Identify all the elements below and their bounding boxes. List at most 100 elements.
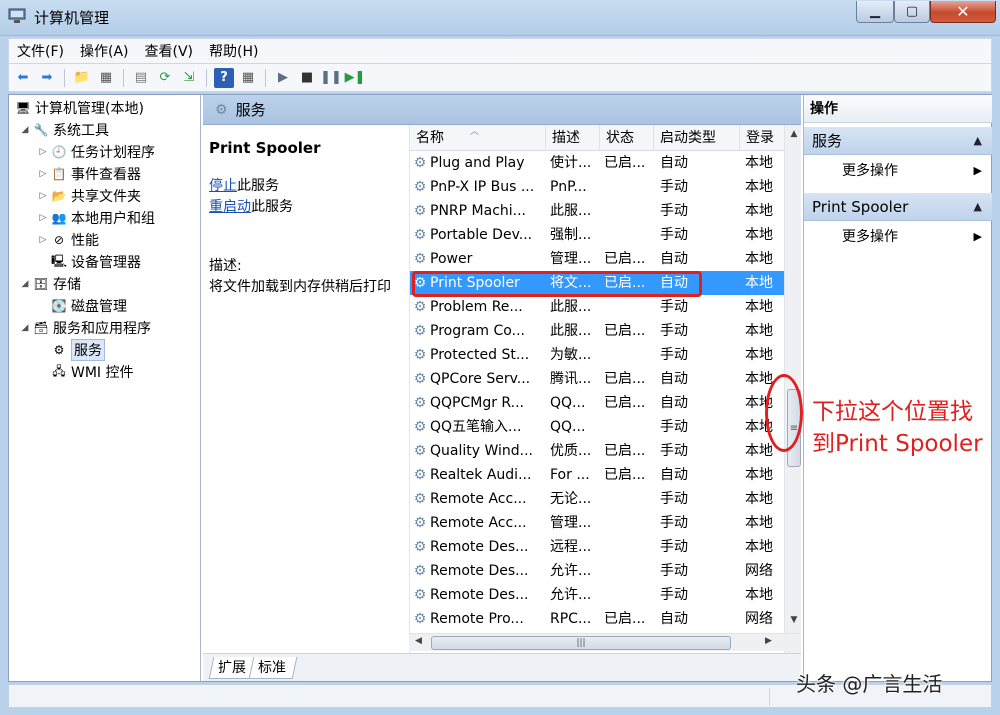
expand-icon[interactable]: ▷ (37, 147, 49, 157)
table-row[interactable]: ⚙ PnP-X IP Bus ... PnP... 手动 本地 (410, 175, 784, 199)
show-tree-icon[interactable]: ▦ (96, 68, 116, 88)
service-name-cell: ⚙ Realtek Audi... (410, 463, 546, 487)
menu-view[interactable]: 查看(V) (137, 41, 202, 61)
highlight-ellipse-scrollbar (765, 374, 803, 452)
tree-item-shared-folders[interactable]: ▷ 📂 共享文件夹 (37, 185, 141, 207)
table-row[interactable]: ⚙ Remote Des... 允许... 手动 网络 (410, 559, 784, 583)
collapse-icon[interactable]: ◢ (19, 279, 31, 289)
refresh-icon[interactable]: ⟳ (155, 68, 175, 88)
sort-ascending-icon: ︿ (470, 127, 480, 137)
more-actions-label: 更多操作 (842, 163, 898, 179)
service-name: Remote Acc... (430, 515, 527, 531)
service-status: 已启... (604, 323, 646, 339)
table-row[interactable]: ⚙ Portable Dev... 强制... 手动 本地 (410, 223, 784, 247)
service-name: Portable Dev... (430, 227, 533, 243)
table-row[interactable]: ⚙ PNRP Machi... 此服... 手动 本地 (410, 199, 784, 223)
help-icon[interactable]: ? (214, 67, 234, 88)
table-row[interactable]: ⚙ Remote Acc... 无论... 手动 本地 (410, 487, 784, 511)
restart-icon[interactable]: ▶❚ (345, 68, 366, 88)
more-actions-services[interactable]: 更多操作 ▶ (804, 157, 992, 185)
tree-item-system-tools[interactable]: ◢ 🔧 系统工具 (19, 119, 109, 141)
close-button[interactable]: ✕ (930, 1, 996, 23)
column-header-startup-type[interactable]: 启动类型 (654, 125, 740, 151)
scroll-right-icon[interactable]: ▶ (765, 636, 772, 646)
service-logon: 本地 (745, 515, 773, 531)
tree-item-task-scheduler[interactable]: ▷ 🕘 任务计划程序 (37, 141, 155, 163)
table-row[interactable]: ⚙ Remote Acc... 管理... 手动 本地 (410, 511, 784, 535)
toolbar-separator (206, 68, 207, 87)
tree-item-root[interactable]: 🖥 计算机管理(本地) (13, 97, 144, 119)
menu-help[interactable]: 帮助(H) (201, 41, 266, 61)
highlight-box-print-spooler (412, 271, 702, 297)
column-header-logon[interactable]: 登录 (740, 125, 784, 151)
table-row[interactable]: ⚙ Remote Des... 允许... 手动 本地 (410, 583, 784, 607)
tree-item-services[interactable]: ⚙ 服务 (49, 339, 105, 361)
tree-item-services-apps[interactable]: ◢ 🗃 服务和应用程序 (19, 317, 151, 339)
horizontal-scrollbar-thumb[interactable]: ||| (431, 636, 731, 650)
expand-icon[interactable]: ▷ (37, 235, 49, 245)
tree-item-wmi[interactable]: 🖧 WMI 控件 (49, 361, 133, 383)
table-row[interactable]: ⚙ Program Co... 此服... 已启... 手动 本地 (410, 319, 784, 343)
table-row[interactable]: ⚙ QQPCMgr R... QQ... 已启... 自动 本地 (410, 391, 784, 415)
start-icon[interactable]: ▶ (273, 68, 293, 88)
service-name: Realtek Audi... (430, 467, 532, 483)
horizontal-scrollbar[interactable]: ◀ ||| ▶ (409, 633, 801, 651)
service-name: Protected St... (430, 347, 530, 363)
annotation-line-2: 到Print Spooler (812, 431, 983, 457)
minimize-button[interactable]: ▁ (856, 1, 894, 23)
service-name-cell: ⚙ Quality Wind... (410, 439, 546, 463)
actions-group-print-spooler[interactable]: Print Spooler ▲ (804, 193, 992, 221)
scroll-up-icon[interactable]: ▲ (785, 125, 801, 143)
actions-group-services[interactable]: 服务 ▲ (804, 127, 992, 155)
pause-icon[interactable]: ❚❚ (320, 68, 342, 88)
table-row[interactable]: ⚙ QPCore Serv... 腾讯... 已启... 自动 本地 (410, 367, 784, 391)
tree-item-event-viewer[interactable]: ▷ 📋 事件查看器 (37, 163, 141, 185)
properties-icon[interactable]: ▤ (131, 68, 151, 88)
expand-icon[interactable]: ▷ (37, 191, 49, 201)
restart-service-link[interactable]: 重启动 (209, 199, 251, 215)
tree-item-device-manager[interactable]: 🖳 设备管理器 (49, 251, 141, 273)
tree-item-disk-management[interactable]: 💽 磁盘管理 (49, 295, 127, 317)
up-icon[interactable]: 📁 (72, 68, 92, 88)
collapse-icon[interactable]: ◢ (19, 125, 31, 135)
service-gear-icon: ⚙ (413, 467, 427, 483)
service-name: Remote Pro... (430, 611, 524, 627)
tree-item-local-users[interactable]: ▷ 👥 本地用户和组 (37, 207, 155, 229)
forward-icon[interactable]: ➡ (37, 68, 57, 88)
scroll-left-icon[interactable]: ◀ (415, 636, 422, 646)
collapse-arrow-icon[interactable]: ▲ (974, 193, 982, 221)
service-status: 已启... (604, 155, 646, 171)
back-icon[interactable]: ⬅ (13, 68, 33, 88)
view-icon[interactable]: ▦ (238, 68, 258, 88)
table-row[interactable]: ⚙ Quality Wind... 优质... 已启... 手动 本地 (410, 439, 784, 463)
table-row[interactable]: ⚙ Realtek Audi... For ... 已启... 自动 本地 (410, 463, 784, 487)
column-header-description[interactable]: 描述 (546, 125, 600, 151)
tree-item-performance[interactable]: ▷ ⊘ 性能 (37, 229, 99, 251)
tab-standard[interactable]: 标准 (248, 657, 298, 679)
table-row[interactable]: ⚙ Plug and Play 使计... 已启... 自动 本地 (410, 151, 784, 175)
expand-icon[interactable]: ▷ (37, 169, 49, 179)
scroll-down-icon[interactable]: ▼ (785, 611, 801, 629)
tree-item-storage[interactable]: ◢ 🗄 存储 (19, 273, 81, 295)
maximize-button[interactable]: ▢ (894, 1, 930, 23)
column-header-status[interactable]: 状态 (600, 125, 654, 151)
table-row[interactable]: ⚙ Protected St... 为敏... 手动 本地 (410, 343, 784, 367)
table-row[interactable]: ⚙ QQ五笔输入... QQ... 手动 本地 (410, 415, 784, 439)
export-icon[interactable]: ⇲ (179, 68, 199, 88)
column-header-name[interactable]: 名称 ︿ (410, 125, 546, 151)
table-row[interactable]: ⚙ Problem Re... 此服... 手动 本地 (410, 295, 784, 319)
table-row[interactable]: ⚙ Power 管理... 已启... 自动 本地 (410, 247, 784, 271)
stop-service-link[interactable]: 停止 (209, 178, 237, 194)
collapse-arrow-icon[interactable]: ▲ (974, 127, 982, 155)
collapse-icon[interactable]: ◢ (19, 323, 31, 333)
selected-service-title: Print Spooler (209, 139, 321, 157)
services-list: 名称 ︿ 描述 状态 启动类型 登录 ⚙ Plug and Play 使计... 已启… (409, 125, 801, 653)
menu-action[interactable]: 操作(A) (72, 41, 137, 61)
expand-icon[interactable]: ▷ (37, 213, 49, 223)
more-actions-print-spooler[interactable]: 更多操作 ▶ (804, 223, 992, 251)
menu-file[interactable]: 文件(F) (9, 41, 72, 61)
stop-icon[interactable]: ■ (297, 68, 317, 88)
table-row[interactable]: ⚙ Remote Pro... RPC... 已启... 自动 网络 (410, 607, 784, 631)
service-description: 强制... (550, 227, 592, 243)
table-row[interactable]: ⚙ Remote Des... 远程... 手动 本地 (410, 535, 784, 559)
